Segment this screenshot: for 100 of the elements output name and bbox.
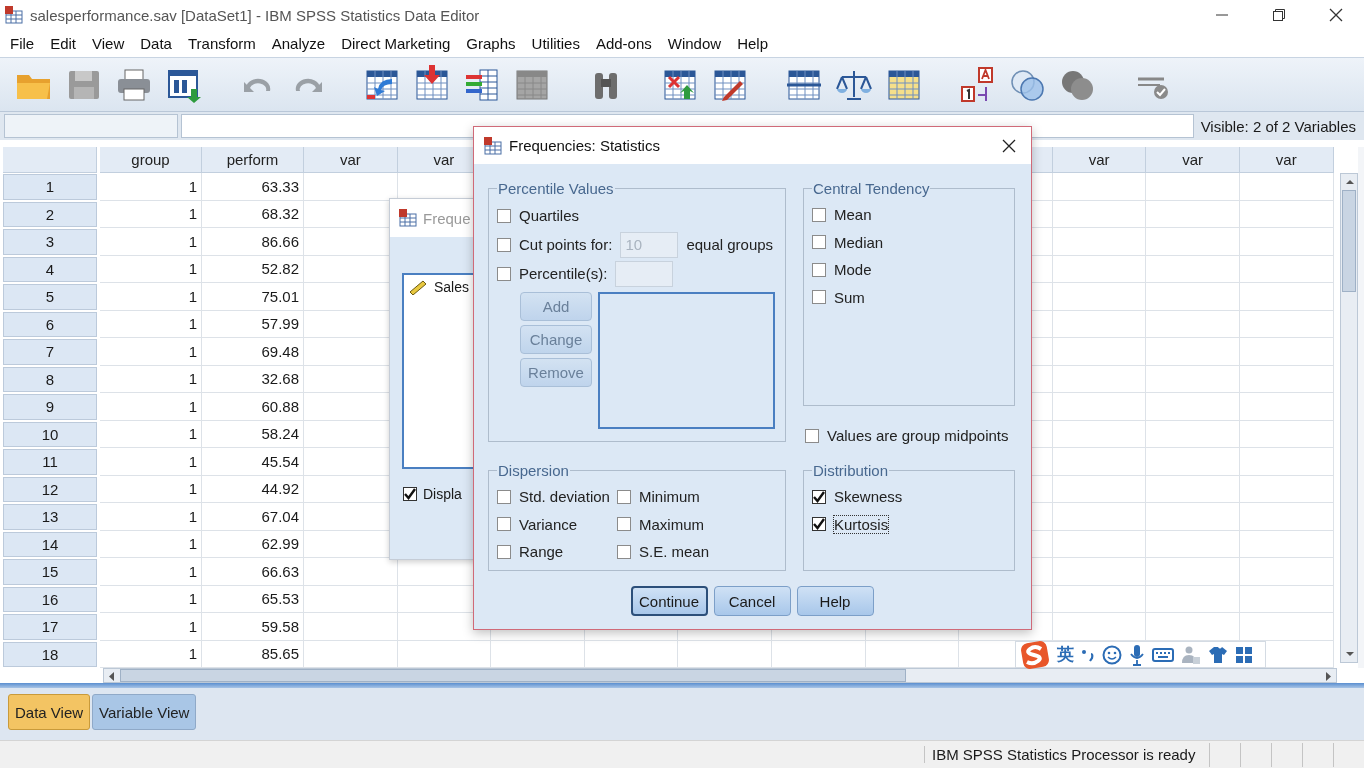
table-cell[interactable]	[1239, 393, 1334, 421]
row-number[interactable]: 18	[3, 641, 97, 667]
table-cell[interactable]	[1239, 255, 1334, 283]
row-number[interactable]: 1	[3, 174, 97, 200]
table-cell[interactable]: 1	[100, 310, 202, 338]
table-cell[interactable]: 1	[100, 255, 202, 283]
corner-header[interactable]	[3, 147, 97, 173]
checkbox[interactable]	[497, 237, 511, 252]
checkbox[interactable]	[812, 517, 826, 532]
table-cell[interactable]	[1052, 173, 1147, 201]
row-number[interactable]: 16	[3, 586, 97, 612]
checkbox[interactable]	[497, 544, 511, 559]
checkbox[interactable]	[497, 517, 511, 532]
row-number[interactable]: 9	[3, 394, 97, 420]
table-cell[interactable]: 75.01	[202, 283, 304, 311]
table-cell[interactable]: 52.82	[202, 255, 304, 283]
row-number[interactable]: 13	[3, 504, 97, 530]
cell-reference-field[interactable]	[4, 114, 178, 138]
checkbox[interactable]	[812, 235, 826, 250]
microphone-icon[interactable]	[1129, 643, 1145, 666]
table-cell[interactable]	[1052, 475, 1147, 503]
list-item[interactable]: Sales	[434, 279, 470, 295]
checkbox[interactable]	[617, 489, 631, 504]
keyboard-icon[interactable]	[1152, 646, 1174, 663]
table-cell[interactable]	[1052, 558, 1147, 586]
row-number[interactable]: 17	[3, 614, 97, 640]
table-cell[interactable]: 1	[100, 475, 202, 503]
menu-item[interactable]: Utilities	[523, 35, 588, 52]
view-tab[interactable]: Variable View	[92, 694, 197, 730]
table-cell[interactable]: 65.53	[202, 585, 304, 613]
view-tab[interactable]: Data View	[8, 694, 91, 730]
table-cell[interactable]	[1146, 173, 1240, 201]
table-cell[interactable]	[1052, 283, 1147, 311]
table-cell[interactable]: 1	[100, 503, 202, 531]
menu-item[interactable]: Window	[659, 35, 730, 52]
dialog-button[interactable]: Cancel	[713, 586, 791, 616]
table-cell[interactable]: 1	[100, 283, 202, 311]
table-cell[interactable]	[1239, 310, 1334, 338]
table-cell[interactable]	[1052, 393, 1147, 421]
menu-item[interactable]: Data	[132, 35, 180, 52]
table-cell[interactable]: 1	[100, 200, 202, 228]
table-cell[interactable]	[1052, 420, 1147, 448]
row-number[interactable]: 7	[3, 339, 97, 365]
column-header[interactable]: var	[304, 147, 398, 173]
table-cell[interactable]	[304, 613, 398, 641]
table-cell[interactable]	[1239, 530, 1334, 558]
table-cell[interactable]: 1	[100, 585, 202, 613]
table-cell[interactable]	[1146, 475, 1240, 503]
row-number[interactable]: 10	[3, 421, 97, 447]
checkbox[interactable]	[617, 517, 631, 532]
table-cell[interactable]	[1052, 365, 1147, 393]
table-cell[interactable]: 66.63	[202, 558, 304, 586]
table-cell[interactable]	[1239, 448, 1334, 476]
table-cell[interactable]	[1146, 200, 1240, 228]
column-header[interactable]: var	[1052, 147, 1147, 173]
column-header[interactable]: var	[1146, 147, 1240, 173]
table-cell[interactable]	[1239, 420, 1334, 448]
table-cell[interactable]	[1146, 310, 1240, 338]
table-cell[interactable]	[1146, 530, 1240, 558]
table-cell[interactable]	[1146, 420, 1240, 448]
table-cell[interactable]	[1146, 283, 1240, 311]
table-cell[interactable]: 45.54	[202, 448, 304, 476]
table-cell[interactable]	[1239, 173, 1334, 201]
menu-item[interactable]: Graphs	[458, 35, 524, 52]
table-cell[interactable]	[1239, 338, 1334, 366]
row-number[interactable]: 14	[3, 531, 97, 557]
table-cell[interactable]: 44.92	[202, 475, 304, 503]
row-number[interactable]: 15	[3, 559, 97, 585]
checkbox[interactable]	[812, 290, 826, 305]
row-number[interactable]: 6	[3, 311, 97, 337]
checkbox[interactable]	[497, 208, 511, 223]
table-cell[interactable]	[1239, 228, 1334, 256]
table-cell[interactable]	[1052, 585, 1147, 613]
table-cell[interactable]	[1146, 585, 1240, 613]
menu-item[interactable]: Edit	[42, 35, 85, 52]
row-number[interactable]: 2	[3, 201, 97, 227]
menu-item[interactable]: Help	[729, 35, 776, 52]
row-number[interactable]: 5	[3, 284, 97, 310]
table-cell[interactable]	[1239, 365, 1334, 393]
table-cell[interactable]	[1146, 365, 1240, 393]
table-cell[interactable]: 86.66	[202, 228, 304, 256]
menu-item[interactable]: Analyze	[263, 35, 334, 52]
table-cell[interactable]	[1239, 585, 1334, 613]
table-cell[interactable]	[1146, 228, 1240, 256]
scroll-thumb[interactable]	[120, 669, 906, 682]
table-cell[interactable]	[1146, 255, 1240, 283]
checkbox[interactable]	[805, 428, 819, 443]
column-header[interactable]: perform	[202, 147, 304, 173]
percentile-field[interactable]	[615, 260, 674, 287]
table-cell[interactable]	[1146, 393, 1240, 421]
table-cell[interactable]	[1052, 530, 1147, 558]
table-cell[interactable]	[1239, 475, 1334, 503]
menu-item[interactable]: Transform	[179, 35, 264, 52]
table-cell[interactable]: 57.99	[202, 310, 304, 338]
table-cell[interactable]	[1052, 310, 1147, 338]
scroll-thumb[interactable]	[1342, 190, 1356, 292]
column-header[interactable]: var	[1239, 147, 1334, 173]
table-cell[interactable]: 1	[100, 228, 202, 256]
menu-item[interactable]: File	[2, 35, 43, 52]
table-cell[interactable]	[1239, 613, 1334, 641]
